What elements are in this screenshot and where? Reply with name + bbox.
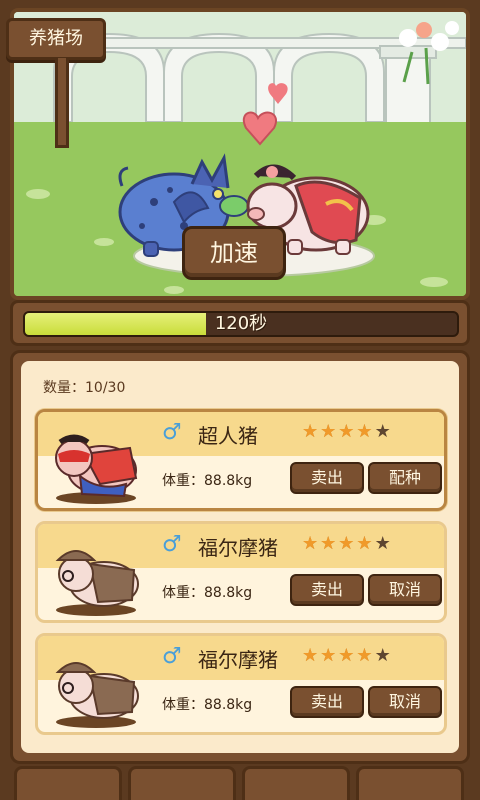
star-rating: ★ ★ ★ ★ ★: [302, 422, 393, 442]
male-icon: ♂: [162, 644, 182, 669]
star-filled-icon: ★: [338, 645, 355, 666]
farm-sign: 养猪场: [6, 18, 106, 60]
star-empty-icon: ★: [374, 533, 391, 554]
bottom-tab-2[interactable]: [128, 766, 236, 800]
star-filled-icon: ★: [302, 421, 319, 442]
pig-card-sherlock-1[interactable]: ♂ 福尔摩猪 ★ ★ ★ ★ ★ 体重：88.8kg 卖出 取消: [35, 521, 447, 623]
sherlock-pig-avatar: [55, 550, 139, 616]
timer-text: 120秒: [214, 313, 268, 334]
star-filled-icon: ★: [338, 533, 355, 554]
star-filled-icon: ★: [302, 533, 319, 554]
star-rating: ★ ★ ★ ★ ★: [302, 646, 393, 666]
bottom-tab-3[interactable]: [242, 766, 350, 800]
star-empty-icon: ★: [374, 645, 391, 666]
star-filled-icon: ★: [320, 421, 337, 442]
timer-progress-track: 120秒: [23, 311, 459, 337]
male-icon: ♂: [162, 420, 182, 445]
pig-weight: 体重：88.8kg: [162, 585, 253, 601]
star-filled-icon: ★: [320, 533, 337, 554]
pig-weight: 体重：88.8kg: [162, 697, 253, 713]
pig-card-superman[interactable]: ♂ 超人猪 ★ ★ ★ ★ ★ 体重：88.8kg 卖出 配种: [35, 409, 447, 511]
star-filled-icon: ★: [338, 421, 355, 442]
star-filled-icon: ★: [320, 645, 337, 666]
star-filled-icon: ★: [356, 645, 373, 666]
star-filled-icon: ★: [356, 421, 373, 442]
star-rating: ★ ★ ★ ★ ★: [302, 534, 393, 554]
sign-post: [55, 58, 69, 148]
star-empty-icon: ★: [374, 421, 391, 442]
sherlock-pig-avatar: [55, 662, 139, 728]
sell-button[interactable]: 卖出: [290, 462, 364, 494]
pig-weight: 体重：88.8kg: [162, 473, 253, 489]
sell-button[interactable]: 卖出: [290, 686, 364, 718]
breeding-timer: 120秒: [10, 300, 470, 346]
pig-count: 数量：10/30: [43, 380, 126, 396]
bottom-tab-bar: [10, 766, 470, 800]
pig-card-sherlock-2[interactable]: ♂ 福尔摩猪 ★ ★ ★ ★ ★ 体重：88.8kg 卖出 取消: [35, 633, 447, 735]
male-icon: ♂: [162, 532, 182, 557]
pig-list-panel: 数量：10/30 ♂ 超人猪 ★★★★★ 体重：88.8kg 卖出 配种: [10, 350, 470, 764]
pig-name: 福尔摩猪: [198, 648, 278, 672]
cancel-button[interactable]: 取消: [368, 574, 442, 606]
pig-name: 福尔摩猪: [198, 536, 278, 560]
sell-button[interactable]: 卖出: [290, 574, 364, 606]
breed-button[interactable]: 配种: [368, 462, 442, 494]
superman-pig-avatar: [55, 434, 138, 504]
pig-name: 超人猪: [198, 424, 258, 448]
star-filled-icon: ★: [302, 645, 319, 666]
cancel-button[interactable]: 取消: [368, 686, 442, 718]
speed-up-button[interactable]: 加速: [182, 226, 286, 280]
bottom-tab-1[interactable]: [14, 766, 122, 800]
star-filled-icon: ★: [356, 533, 373, 554]
pig-list-inner[interactable]: 数量：10/30 ♂ 超人猪 ★★★★★ 体重：88.8kg 卖出 配种: [21, 361, 459, 753]
bottom-tab-4[interactable]: [356, 766, 464, 800]
